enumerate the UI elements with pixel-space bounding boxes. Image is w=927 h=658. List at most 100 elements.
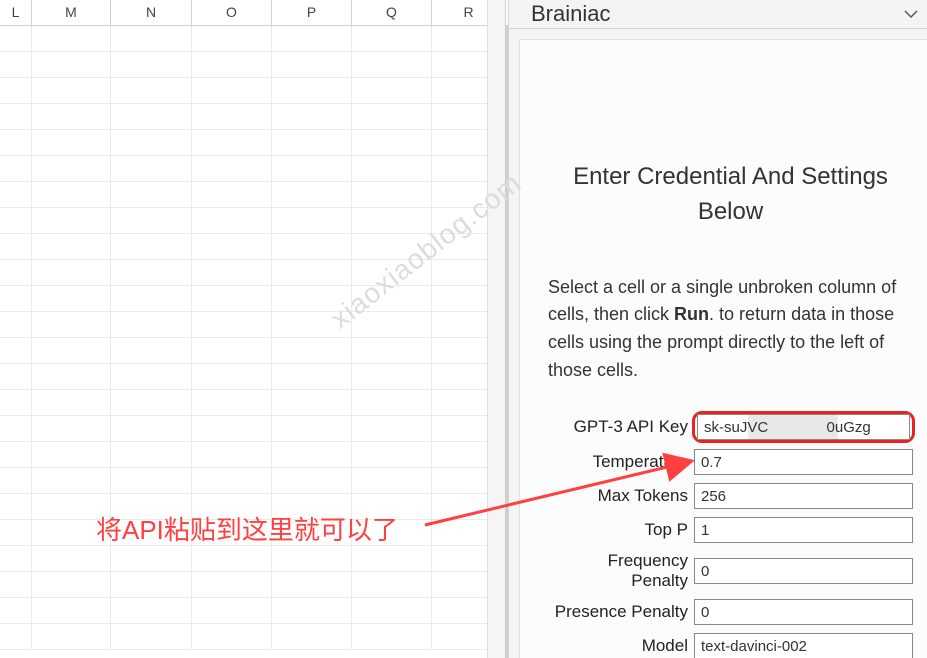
cell[interactable] <box>272 624 352 650</box>
collapse-button[interactable] <box>897 0 925 28</box>
cell[interactable] <box>352 286 432 312</box>
column-header[interactable]: Q <box>352 0 432 25</box>
cell[interactable] <box>192 338 272 364</box>
cell[interactable] <box>352 338 432 364</box>
cell[interactable] <box>111 208 192 234</box>
cell[interactable] <box>352 104 432 130</box>
cell[interactable] <box>352 598 432 624</box>
cell[interactable] <box>32 312 111 338</box>
cell[interactable] <box>111 338 192 364</box>
cell[interactable] <box>0 182 32 208</box>
cell[interactable] <box>32 26 111 52</box>
cell[interactable] <box>0 338 32 364</box>
table-row[interactable] <box>0 208 505 234</box>
table-row[interactable] <box>0 364 505 390</box>
table-row[interactable] <box>0 260 505 286</box>
cell[interactable] <box>111 182 192 208</box>
cell[interactable] <box>32 442 111 468</box>
cell[interactable] <box>352 234 432 260</box>
column-header[interactable]: P <box>272 0 352 25</box>
cell[interactable] <box>32 260 111 286</box>
cell[interactable] <box>272 312 352 338</box>
input-top-p[interactable] <box>694 517 913 543</box>
table-row[interactable] <box>0 286 505 312</box>
cell[interactable] <box>32 468 111 494</box>
table-row[interactable] <box>0 182 505 208</box>
cell[interactable] <box>111 546 192 572</box>
cell[interactable] <box>32 78 111 104</box>
cell[interactable] <box>111 26 192 52</box>
cell[interactable] <box>111 312 192 338</box>
cell[interactable] <box>0 624 32 650</box>
cell[interactable] <box>32 598 111 624</box>
cell[interactable] <box>32 364 111 390</box>
cell[interactable] <box>272 338 352 364</box>
cell[interactable] <box>352 364 432 390</box>
cell[interactable] <box>0 598 32 624</box>
table-row[interactable] <box>0 52 505 78</box>
cell[interactable] <box>0 468 32 494</box>
cell[interactable] <box>192 286 272 312</box>
cell[interactable] <box>192 52 272 78</box>
cell[interactable] <box>272 260 352 286</box>
table-row[interactable] <box>0 546 505 572</box>
cell[interactable] <box>352 78 432 104</box>
cell[interactable] <box>0 286 32 312</box>
cell[interactable] <box>32 182 111 208</box>
cell[interactable] <box>111 468 192 494</box>
table-row[interactable] <box>0 156 505 182</box>
cell[interactable] <box>352 624 432 650</box>
cell[interactable] <box>111 572 192 598</box>
table-row[interactable] <box>0 572 505 598</box>
cell[interactable] <box>352 182 432 208</box>
cell[interactable] <box>352 468 432 494</box>
cell[interactable] <box>272 546 352 572</box>
cell[interactable] <box>352 156 432 182</box>
cell[interactable] <box>0 390 32 416</box>
input-max-tokens[interactable] <box>694 483 913 509</box>
cell[interactable] <box>111 390 192 416</box>
table-row[interactable] <box>0 78 505 104</box>
cell[interactable] <box>192 572 272 598</box>
cell[interactable] <box>352 442 432 468</box>
cell[interactable] <box>352 312 432 338</box>
table-row[interactable] <box>0 26 505 52</box>
cell[interactable] <box>111 52 192 78</box>
cell[interactable] <box>0 78 32 104</box>
cell[interactable] <box>192 130 272 156</box>
cell[interactable] <box>0 208 32 234</box>
table-row[interactable] <box>0 104 505 130</box>
table-row[interactable] <box>0 442 505 468</box>
cell[interactable] <box>352 572 432 598</box>
table-row[interactable] <box>0 390 505 416</box>
cell[interactable] <box>32 390 111 416</box>
cell[interactable] <box>192 156 272 182</box>
cell[interactable] <box>272 104 352 130</box>
vertical-scrollbar[interactable] <box>487 0 505 658</box>
cell[interactable] <box>111 234 192 260</box>
cell[interactable] <box>192 598 272 624</box>
cell[interactable] <box>272 234 352 260</box>
cell[interactable] <box>111 104 192 130</box>
column-header[interactable]: L <box>0 0 32 25</box>
cell[interactable] <box>272 156 352 182</box>
table-row[interactable] <box>0 234 505 260</box>
cell[interactable] <box>0 156 32 182</box>
cell[interactable] <box>272 182 352 208</box>
table-row[interactable] <box>0 468 505 494</box>
cell[interactable] <box>111 624 192 650</box>
table-row[interactable] <box>0 416 505 442</box>
cell[interactable] <box>111 442 192 468</box>
cell[interactable] <box>32 104 111 130</box>
cell[interactable] <box>272 130 352 156</box>
table-row[interactable] <box>0 338 505 364</box>
column-header[interactable]: M <box>32 0 111 25</box>
cell[interactable] <box>111 78 192 104</box>
cell[interactable] <box>192 546 272 572</box>
cell[interactable] <box>32 416 111 442</box>
cell[interactable] <box>272 208 352 234</box>
table-row[interactable] <box>0 624 505 650</box>
cell[interactable] <box>0 442 32 468</box>
cell[interactable] <box>272 572 352 598</box>
cell[interactable] <box>192 624 272 650</box>
